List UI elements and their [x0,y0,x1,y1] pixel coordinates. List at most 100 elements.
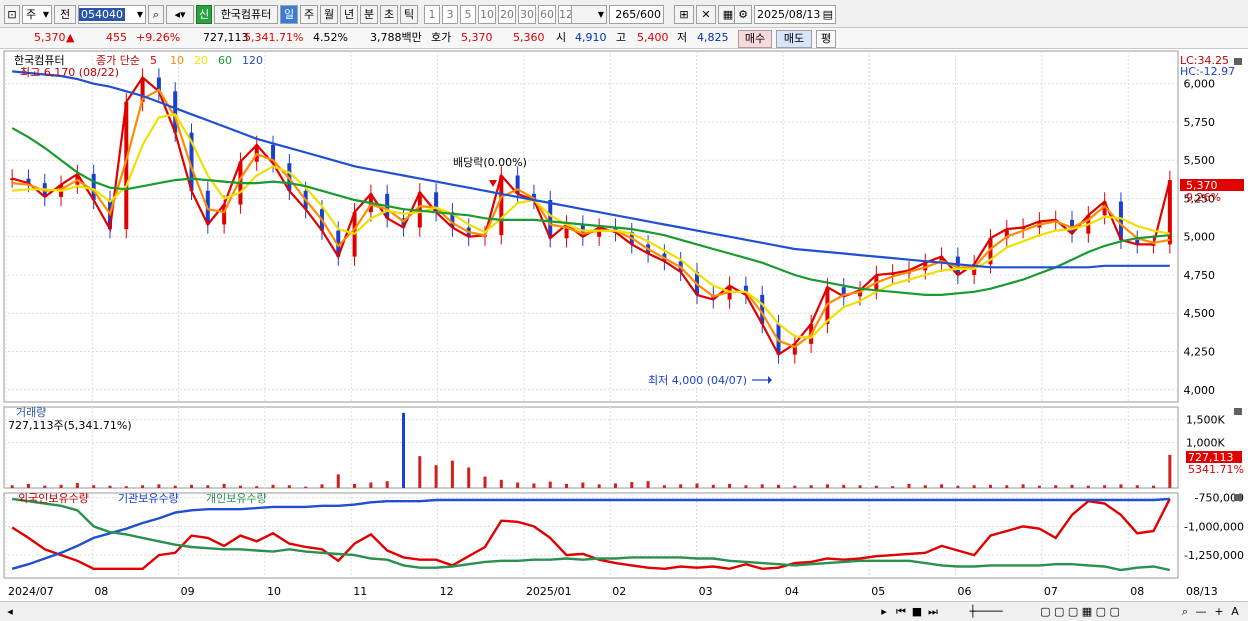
chart-menu-icon[interactable]: ⊡ [4,5,20,24]
y-tick-volume: 1,500K [1186,414,1225,427]
scroll-right-icon[interactable]: ▸ [878,604,890,619]
volume-bar [907,483,911,488]
y-tick-price: 6,000 [1184,78,1216,91]
tab-number-20[interactable]: 20 [498,5,516,24]
volume-bar [744,485,748,488]
settings-icon[interactable]: ⊞ [674,5,694,24]
chart-area[interactable]: 4,000 4,250 4,500 4,750 5,000 5,250 5,500 5,750… [0,50,1248,601]
volume-bar [532,483,536,488]
tab-number-30[interactable]: 30 [518,5,536,24]
count-field[interactable]: 265/600 [609,5,664,24]
change: 455 [106,31,127,44]
volume-bar [597,484,601,488]
gear-icon[interactable]: ⚙ [734,5,752,24]
volume-last-pct: 5341.71% [1188,463,1244,476]
sell-button[interactable]: 매도 [776,30,812,48]
type-select[interactable]: 주 ▼ [22,5,52,24]
speaker-icon[interactable]: ◂▾ [166,5,194,24]
turnover: 4.52% [313,31,348,44]
volume-bar [1037,485,1041,488]
tab-period-0[interactable]: 일 [280,5,298,24]
tab-period-2[interactable]: 월 [320,5,338,24]
font-icon[interactable]: A [1228,604,1242,619]
tab-number-5[interactable]: 5 [460,5,476,24]
change-pct: +9.26% [136,31,181,44]
tab-period-4[interactable]: 분 [360,5,378,24]
legend-ma-60: 60 [218,54,232,67]
x-tick-label: 02 [612,585,626,598]
last-icon[interactable]: ⏭ [926,604,940,619]
search-icon[interactable]: ⌕ [148,5,164,24]
volume-bar [1103,485,1107,488]
stock-name: 한국컴퓨터 [214,5,278,24]
tab-period-1[interactable]: 주 [300,5,318,24]
y-tick-price: 5,500 [1184,154,1216,167]
y-tick-holdings: -1,000,000 [1184,520,1244,533]
volume-bar [499,479,503,488]
zoom-icon[interactable]: ⌕ [1178,604,1192,619]
low-note: 최저 4,000 (04/07) [648,374,747,387]
tool-icon[interactable]: ✕ [696,5,716,24]
code-input[interactable]: 054040 ▼ [78,5,146,24]
count-value: 265 [615,8,637,21]
pane-close-icon-0 [1234,58,1242,65]
chevron-down-icon: ▼ [597,10,604,19]
price: 5,370 [34,31,66,44]
volume-bar [173,485,177,488]
pane-close-icon-1 [1234,408,1242,415]
volume-bar [157,484,161,488]
volume-bar [271,484,275,488]
x-tick-label: 08 [1130,585,1144,598]
volume-bar [1070,484,1074,488]
volume-bar [516,482,520,488]
count-dropdown[interactable]: ▼ [571,5,607,24]
y-tick-price: 4,250 [1184,345,1216,358]
volume-bar [108,485,112,488]
dividend-note: 배당락(0.00%) [453,156,527,169]
tab-period-6[interactable]: 틱 [400,5,418,24]
low-label: 저 [677,31,688,44]
y-tick-price: 5,000 [1184,231,1216,244]
legend-ma-20: 20 [194,54,208,67]
volume-bar [222,483,226,488]
scroll-left-icon[interactable]: ◂ [4,604,16,619]
zoom-in-icon[interactable]: + [1212,604,1226,619]
volume-bar [255,486,259,488]
stop-icon[interactable]: ■ [910,604,924,619]
volume-bar [711,484,715,488]
x-axis-right-label: 08/13 [1186,585,1218,598]
bottom-bar: ◂ ▸ ⏮ ■ ⏭ ┼──── ▢ ▢ ▢ ▦ ▢ ▢ ⌕ — + A [0,601,1248,621]
volume-bar [483,476,487,488]
volume-bar [124,486,128,488]
prev-button[interactable]: 전 [54,5,76,24]
first-icon[interactable]: ⏮ [894,604,908,619]
volume-bar [923,485,927,488]
volume-pct: 5,341.71% [244,31,304,44]
buy-label: 매수 [744,32,766,45]
volume-bar [26,483,30,488]
tab-number-1[interactable]: 1 [424,5,440,24]
tab-period-3[interactable]: 년 [340,5,358,24]
legend-ma-10: 10 [170,54,184,67]
zoom-slider[interactable]: ┼──── [946,604,1026,619]
tab-number-60[interactable]: 60 [538,5,556,24]
y-tick-holdings: -1,250,000 [1184,549,1244,562]
tab-number-3[interactable]: 3 [442,5,458,24]
ask-price: 5,370 [461,31,493,44]
date-field[interactable]: 2025/08/13 ▤ [754,5,836,24]
tab-number-10[interactable]: 10 [478,5,496,24]
legend-ma-5: 5 [150,54,157,67]
buy-button[interactable]: 매수 [738,30,772,48]
y-tick-volume: 1,000K [1186,436,1225,449]
volume-bar [809,485,813,488]
volume-bar [679,484,683,488]
volume-bar [401,412,405,488]
volume-bar [1005,485,1009,488]
count-total: /600 [636,8,661,21]
volume: 727,113 [203,31,249,44]
view-icons[interactable]: ▢ ▢ ▢ ▦ ▢ ▢ [1030,604,1130,619]
tab-period-5[interactable]: 초 [380,5,398,24]
zoom-out-icon[interactable]: — [1194,604,1208,619]
x-tick-label: 08 [94,585,108,598]
eval-button[interactable]: 평 [816,30,836,48]
